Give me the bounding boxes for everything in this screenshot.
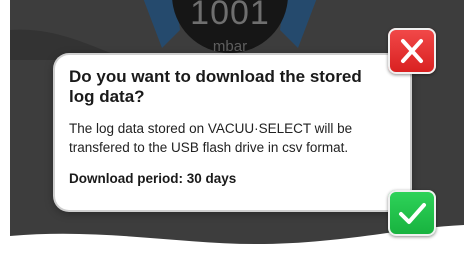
dialog-message: The log data stored on VACUU·SELECT will… [69, 121, 353, 155]
cancel-button[interactable] [388, 28, 436, 74]
dialog-title: Do you want to download the stored log d… [69, 67, 362, 106]
download-log-dialog: Do you want to download the stored log d… [55, 55, 410, 210]
download-period: Download period: 30 days [69, 171, 237, 186]
screen: 1001 mbar Do you want to download the st… [0, 0, 464, 253]
pressure-unit: mbar [212, 38, 248, 55]
check-icon [399, 203, 426, 224]
pressure-value: 1001 [190, 0, 270, 32]
confirm-button[interactable] [388, 190, 436, 236]
close-icon [401, 39, 423, 63]
